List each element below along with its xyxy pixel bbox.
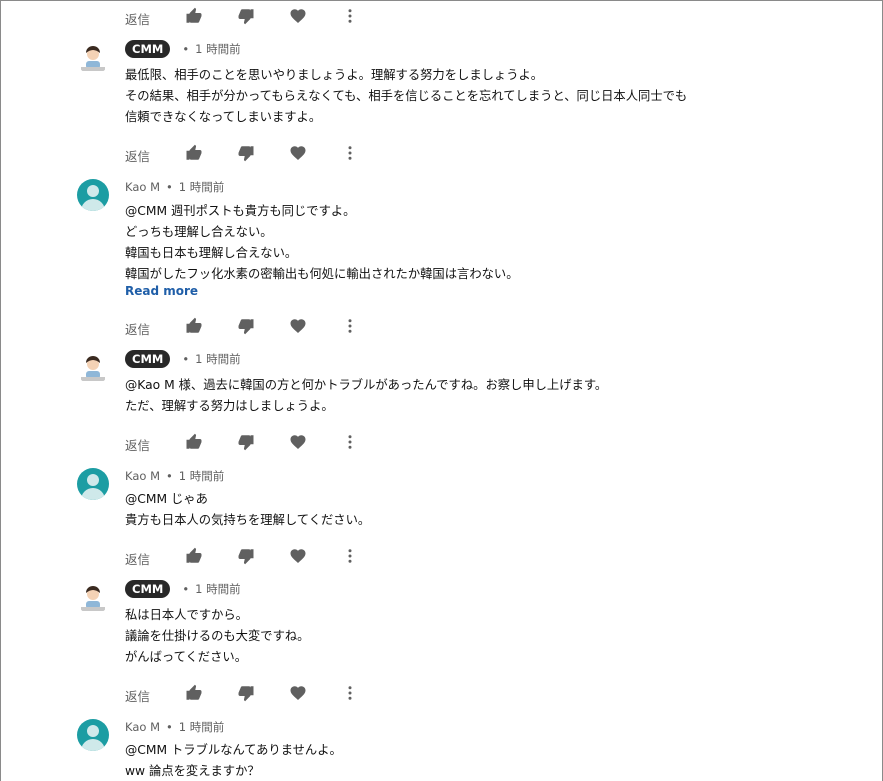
comment-meta: CMM • 1 時間前 [125,579,241,599]
comment-meta: CMM • 1 時間前 [125,39,241,59]
read-more-link[interactable]: Read more [125,284,198,298]
comment-actions: 返信 [125,547,365,567]
comment-text: @CMM じゃあ 貴方も日本人の気持ちを理解してください。 [125,492,371,527]
more-vert-icon[interactable] [341,547,361,567]
more-vert-icon[interactable] [341,317,361,337]
comment-meta: CMM • 1 時間前 [125,349,241,369]
avatar[interactable] [77,353,109,385]
thumbs-up-icon[interactable] [185,684,205,704]
heart-icon[interactable] [289,684,309,704]
heart-icon[interactable] [289,433,309,453]
thumbs-down-icon[interactable] [237,144,257,164]
reply-button[interactable]: 返信 [125,146,150,165]
author-name[interactable]: Kao M [125,180,160,194]
reply-button[interactable]: 返信 [125,686,150,705]
heart-icon[interactable] [289,7,309,27]
thumbs-up-icon[interactable] [185,317,205,337]
thumbs-up-icon[interactable] [185,547,205,567]
comment-text: @Kao M 様、過去に韓国の方と何かトラブルがあったんですね。お察し申し上げま… [125,378,608,413]
comment-actions: 返信 [125,433,365,453]
avatar[interactable] [77,468,109,500]
author-badge[interactable]: CMM [125,580,171,598]
author-name[interactable]: Kao M [125,469,160,483]
heart-icon[interactable] [289,547,309,567]
comment-actions: 返信 [125,144,365,164]
heart-icon[interactable] [289,144,309,164]
reply-button[interactable]: 返信 [125,9,150,28]
author-badge[interactable]: CMM [125,350,171,368]
timestamp[interactable]: 1 時間前 [195,41,240,57]
timestamp[interactable]: 1 時間前 [195,351,240,367]
comment-text: 最低限、相手のことを思いやりましょうよ。理解する努力をしましょうよ。 その結果、… [125,68,688,124]
comment-actions: 返信 [125,317,365,337]
thumbs-up-icon[interactable] [185,144,205,164]
comment-meta: Kao M • 1 時間前 [125,468,225,484]
more-vert-icon[interactable] [341,684,361,704]
avatar[interactable] [77,719,109,751]
thumbs-down-icon[interactable] [237,7,257,27]
comment-text: @CMM トラブルなんてありませんよ。 ww 論点を変えますか？ [125,743,342,778]
thumbs-up-icon[interactable] [185,433,205,453]
heart-icon[interactable] [289,317,309,337]
thumbs-down-icon[interactable] [237,547,257,567]
comment-meta: Kao M • 1 時間前 [125,719,225,735]
thumbs-down-icon[interactable] [237,317,257,337]
more-vert-icon[interactable] [341,144,361,164]
timestamp[interactable]: 1 時間前 [179,719,224,735]
thumbs-up-icon[interactable] [185,7,205,27]
avatar[interactable] [77,43,109,75]
timestamp[interactable]: 1 時間前 [195,581,240,597]
timestamp[interactable]: 1 時間前 [179,179,224,195]
reply-button[interactable]: 返信 [125,435,150,454]
comment-text: 私は日本人ですから。 議論を仕掛けるのも大変ですね。 がんばってください。 [125,608,310,664]
comment-text: @CMM 週刊ポストも貴方も同じですよ。 どっちも理解し合えない。 韓国も日本も… [125,204,519,281]
timestamp[interactable]: 1 時間前 [179,468,224,484]
avatar[interactable] [77,583,109,615]
comments-panel: 返信 CMM • 1 時間前 最低限、相手のことを思いやりましょうよ。理解する努… [0,0,883,781]
comment-actions: 返信 [125,7,365,27]
reply-button[interactable]: 返信 [125,549,150,568]
author-name[interactable]: Kao M [125,720,160,734]
author-badge[interactable]: CMM [125,40,171,58]
thumbs-down-icon[interactable] [237,433,257,453]
comment-meta: Kao M • 1 時間前 [125,179,225,195]
reply-button[interactable]: 返信 [125,319,150,338]
more-vert-icon[interactable] [341,433,361,453]
more-vert-icon[interactable] [341,7,361,27]
comment-actions: 返信 [125,684,365,704]
thumbs-down-icon[interactable] [237,684,257,704]
avatar[interactable] [77,179,109,211]
